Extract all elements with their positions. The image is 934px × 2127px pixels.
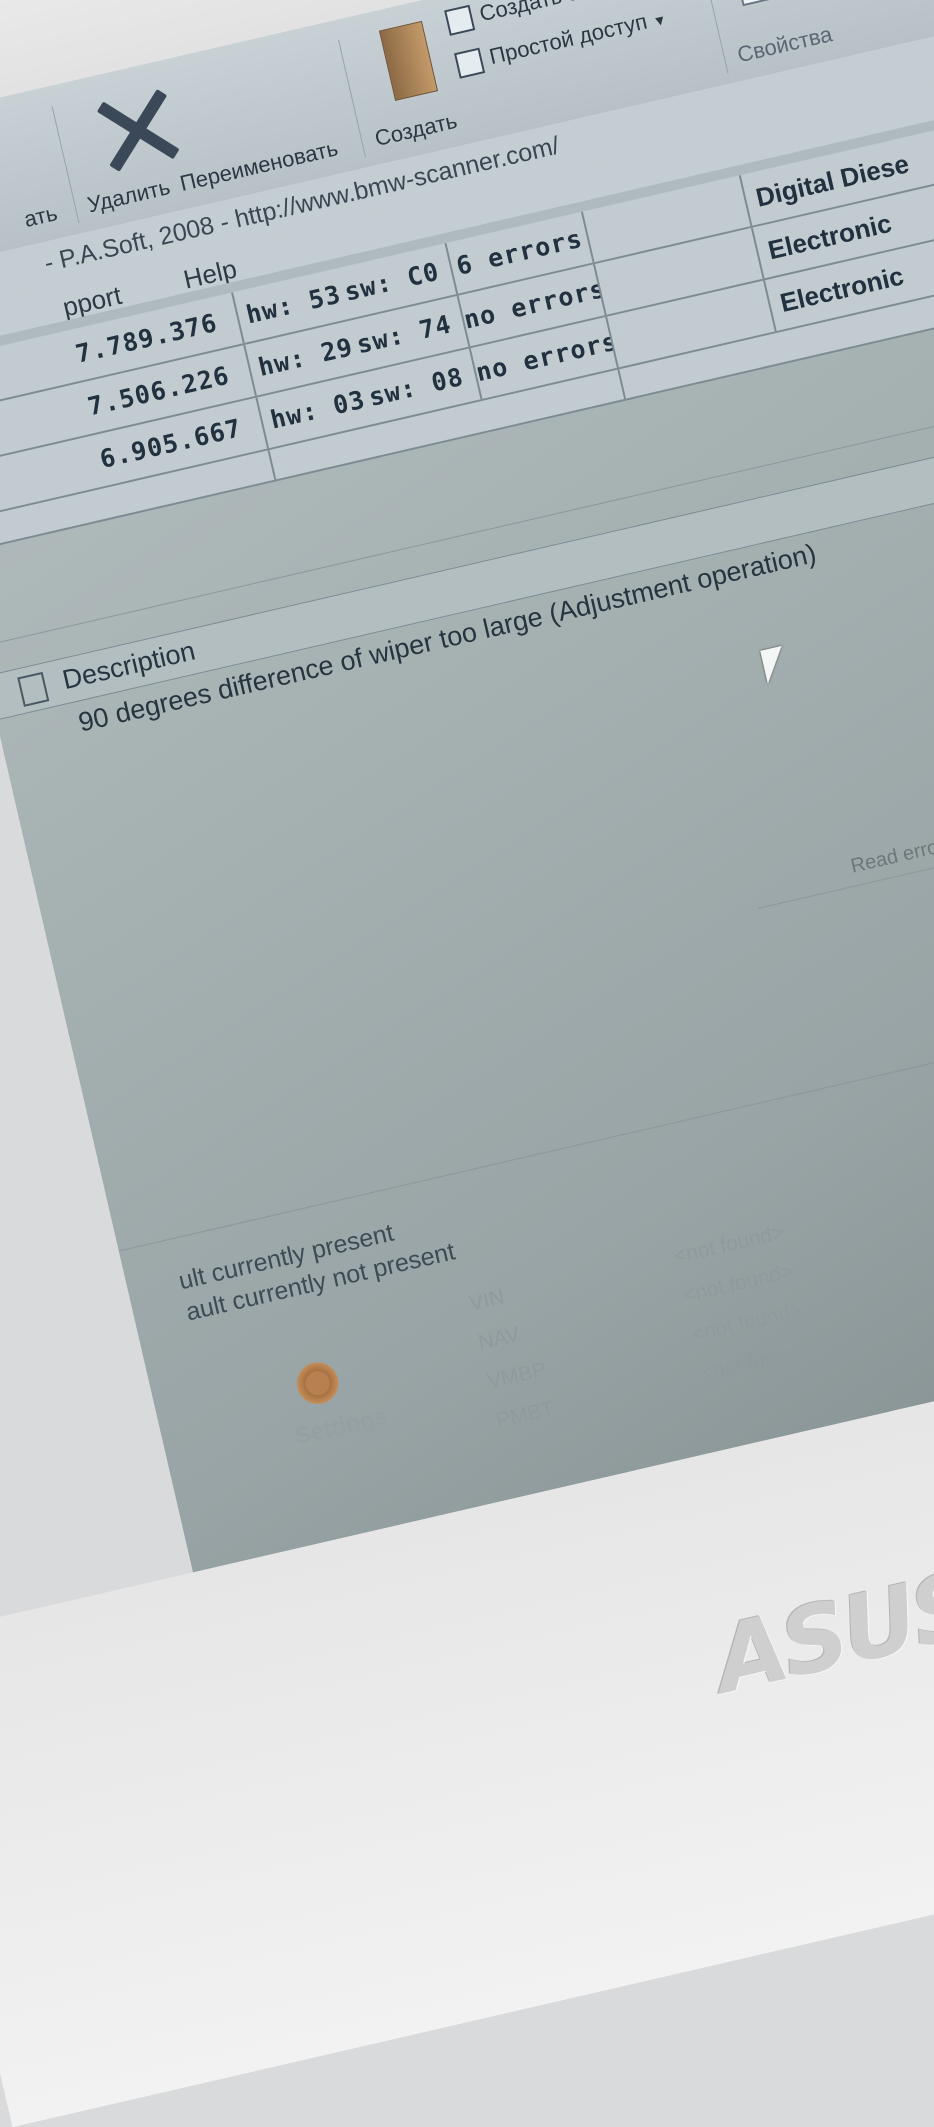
vin-value: <not found> — [671, 1220, 787, 1269]
settings-gear-icon[interactable] — [288, 1354, 347, 1412]
chevron-down-icon: ▼ — [651, 10, 669, 30]
new-item-icon — [444, 4, 476, 37]
select-column-icon[interactable] — [17, 671, 50, 707]
partial-ribbon-label: ать — [21, 200, 60, 232]
pmbt-value: <not found> — [698, 1337, 814, 1386]
delete-label: Удалить — [84, 174, 173, 218]
vin-label: VIN — [467, 1285, 507, 1316]
delete-icon — [83, 77, 191, 185]
vmbp-label: VMBP — [485, 1357, 549, 1394]
create-label: Создать — [372, 107, 460, 152]
nav-value: <not found> — [680, 1259, 796, 1308]
laptop-screen: ать Удалить Переименовать Создать Создат… — [0, 0, 934, 1651]
nav-label: NAV — [476, 1322, 522, 1355]
read-errors-button[interactable]: Read errors — [849, 832, 934, 878]
easy-access-icon — [454, 47, 486, 79]
rename-icon — [197, 59, 298, 138]
folder-icon — [378, 20, 439, 101]
pmbt-label: PMBT — [494, 1397, 557, 1433]
properties-icon: ✔ — [729, 0, 790, 7]
vmbp-value: <not found> — [689, 1298, 805, 1347]
settings-button[interactable]: Settings — [292, 1403, 391, 1452]
